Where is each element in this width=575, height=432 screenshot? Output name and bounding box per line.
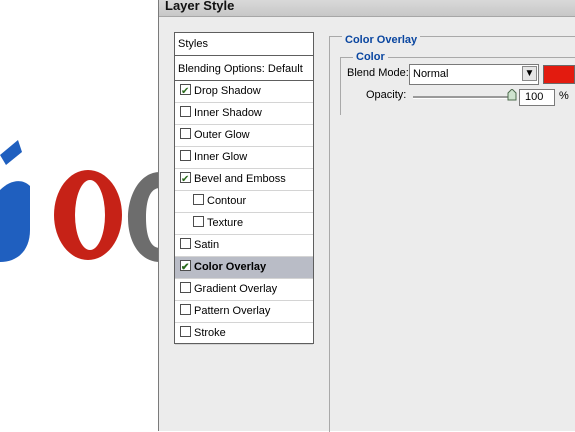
background-logo	[0, 0, 160, 431]
dialog-title: Layer Style	[165, 0, 235, 13]
effect-item-color-overlay[interactable]: Color Overlay	[175, 257, 313, 279]
layer-style-dialog: Layer Style Styles Blending Options: Def…	[158, 0, 575, 432]
logo-blue-letter	[0, 181, 30, 262]
blend-mode-value: Normal	[413, 68, 449, 80]
opacity-label: Opacity:	[366, 89, 407, 101]
checkbox[interactable]	[180, 150, 191, 161]
effect-item-gradient-overlay[interactable]: Gradient Overlay	[175, 279, 313, 301]
effect-label: Gradient Overlay	[194, 283, 278, 295]
effect-item-drop-shadow[interactable]: Drop Shadow	[175, 81, 313, 103]
color-overlay-pane: Color Overlay Color Blend Mode: Normal ▼…	[329, 32, 575, 432]
checkbox[interactable]	[193, 216, 204, 227]
chevron-down-icon[interactable]: ▼	[522, 66, 537, 81]
effect-label: Drop Shadow	[194, 85, 261, 97]
effect-item-stroke[interactable]: Stroke	[175, 323, 313, 345]
blend-mode-label: Blend Mode:	[347, 67, 409, 79]
effect-label: Inner Shadow	[194, 107, 262, 119]
checkbox[interactable]	[193, 194, 204, 205]
effect-label: Bevel and Emboss	[194, 173, 286, 185]
checkbox[interactable]	[180, 169, 191, 190]
checkbox[interactable]	[180, 81, 191, 102]
effect-label: Contour	[207, 195, 247, 207]
checkbox[interactable]	[180, 238, 191, 249]
group-title: Color	[353, 51, 388, 63]
checkbox[interactable]	[180, 128, 191, 139]
logo-gray-letter	[128, 172, 160, 262]
effect-label: Inner Glow	[194, 151, 248, 163]
title-bar[interactable]: Layer Style	[159, 0, 575, 17]
effect-item-contour[interactable]: Contour	[175, 191, 313, 213]
checkbox[interactable]	[180, 326, 191, 337]
color-swatch[interactable]	[543, 65, 575, 84]
blending-options-item[interactable]: Blending Options: Default	[175, 58, 313, 81]
opacity-field[interactable]: 100	[519, 89, 555, 106]
effect-label: Stroke	[194, 327, 226, 339]
styles-header[interactable]: Styles	[175, 33, 313, 56]
effect-label: Satin	[194, 239, 220, 251]
checkbox[interactable]	[180, 106, 191, 117]
checkbox[interactable]	[180, 257, 191, 278]
effect-label: Texture	[207, 217, 244, 229]
effect-item-pattern-overlay[interactable]: Pattern Overlay	[175, 301, 313, 323]
effect-label: Pattern Overlay	[194, 305, 271, 317]
effect-item-inner-glow[interactable]: Inner Glow	[175, 147, 313, 169]
effect-item-texture[interactable]: Texture	[175, 213, 313, 235]
blend-mode-select[interactable]: Normal ▼	[409, 64, 539, 85]
effect-item-outer-glow[interactable]: Outer Glow	[175, 125, 313, 147]
effect-label: Color Overlay	[194, 261, 267, 273]
section-title: Color Overlay	[342, 34, 421, 46]
checkbox[interactable]	[180, 304, 191, 315]
effects-list: Drop Shadow Inner Shadow Outer Glow Inner G…	[175, 81, 313, 345]
effect-item-satin[interactable]: Satin	[175, 235, 313, 257]
percent-unit: %	[559, 90, 569, 102]
slider-thumb-icon[interactable]	[507, 89, 517, 101]
checkbox[interactable]	[180, 282, 191, 293]
opacity-value: 100	[525, 91, 544, 103]
effect-item-inner-shadow[interactable]: Inner Shadow	[175, 103, 313, 125]
effect-item-bevel-and-emboss[interactable]: Bevel and Emboss	[175, 169, 313, 191]
styles-list: Styles Blending Options: Default Drop Sh…	[174, 32, 314, 345]
effect-label: Outer Glow	[194, 129, 250, 141]
opacity-slider[interactable]	[413, 96, 513, 99]
